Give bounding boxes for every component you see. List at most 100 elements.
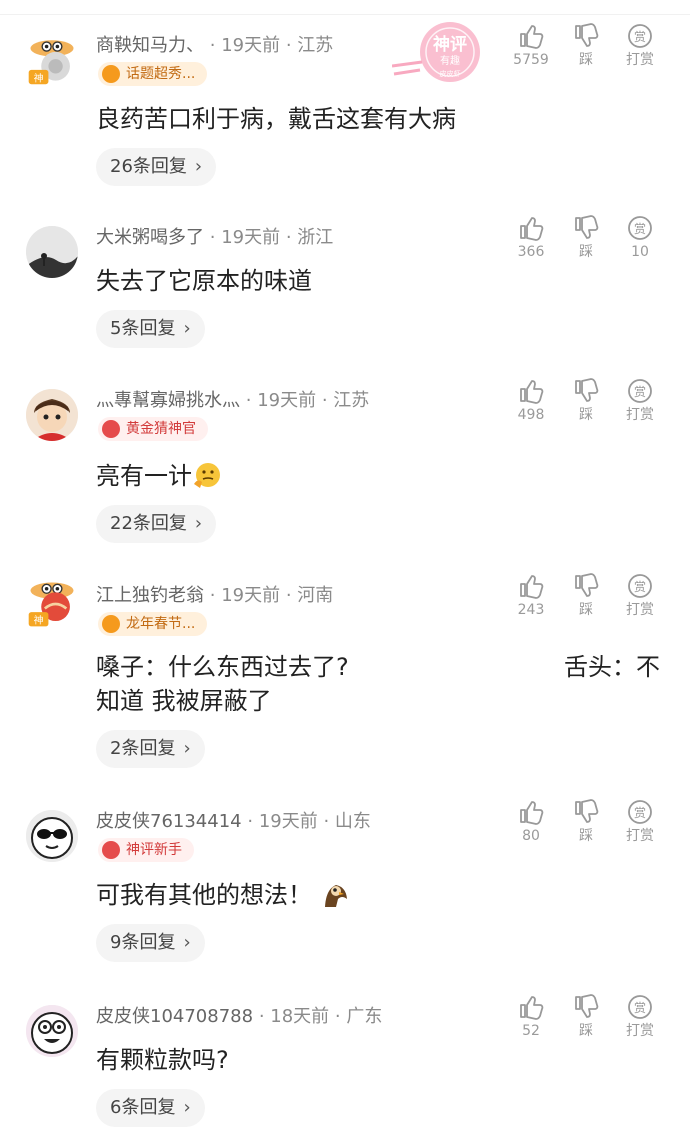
user-badge[interactable]: 话题超秀... bbox=[98, 62, 208, 86]
username[interactable]: 大米粥喝多了 bbox=[96, 227, 204, 248]
avatar[interactable]: 神 bbox=[26, 34, 82, 92]
location: 浙江 bbox=[297, 227, 334, 248]
username[interactable]: 皮皮侠76134414 bbox=[96, 811, 242, 832]
dislike-label: 踩 bbox=[579, 828, 593, 844]
comment-meta: 商鞅知马力、 · 19天前 · 江苏 bbox=[96, 34, 333, 58]
eagle-emoji-icon bbox=[324, 885, 347, 907]
tip-button[interactable]: 赏 打赏 bbox=[615, 798, 665, 846]
thumbs-down-icon bbox=[575, 215, 599, 239]
avatar[interactable] bbox=[26, 226, 78, 278]
svg-text:赏: 赏 bbox=[634, 580, 646, 594]
stamp-subtext: 有趣 bbox=[440, 54, 460, 67]
dislike-button[interactable]: 踩 bbox=[561, 214, 611, 262]
user-badge[interactable]: 神评新手 bbox=[98, 838, 194, 862]
username[interactable]: 皮皮侠104708788 bbox=[96, 1006, 253, 1027]
svg-text:赏: 赏 bbox=[634, 30, 646, 44]
top-divider bbox=[0, 14, 690, 15]
dislike-button[interactable]: 踩 bbox=[561, 22, 611, 70]
tip-button[interactable]: 赏 打赏 bbox=[615, 22, 665, 70]
separator-dot: · bbox=[209, 35, 222, 56]
badge-icon bbox=[102, 615, 120, 633]
user-badge[interactable]: 黄金猜神官 bbox=[98, 417, 208, 441]
reply-count: 5条回复 bbox=[110, 318, 176, 339]
thumbs-up-icon bbox=[520, 801, 544, 825]
chevron-right-icon: › bbox=[183, 1097, 191, 1118]
username[interactable]: 江上独钓老翁 bbox=[96, 585, 204, 606]
tip-coin-icon: 赏 bbox=[628, 379, 652, 403]
like-count: 366 bbox=[517, 244, 545, 260]
tip-button[interactable]: 赏 打赏 bbox=[615, 572, 665, 620]
comment-text-content: 可我有其他的想法！ bbox=[96, 881, 312, 909]
like-button[interactable]: 366 bbox=[506, 214, 556, 262]
badge-icon bbox=[102, 420, 120, 438]
badge-icon bbox=[102, 65, 120, 83]
avatar[interactable]: 神 bbox=[26, 578, 82, 636]
avatar[interactable] bbox=[26, 810, 78, 862]
post-time: 19天前 bbox=[257, 390, 317, 411]
tip-coin-icon: 赏 bbox=[628, 800, 652, 824]
view-replies-button[interactable]: 6条回复 › bbox=[96, 1089, 205, 1127]
dislike-label: 踩 bbox=[579, 52, 593, 68]
avatar-image bbox=[26, 389, 78, 441]
dislike-label: 踩 bbox=[579, 407, 593, 423]
separator-dot: · bbox=[285, 227, 298, 248]
tip-coin-icon: 赏 bbox=[628, 574, 652, 598]
tip-coin-icon: 赏 bbox=[628, 995, 652, 1019]
avatar-image bbox=[26, 1005, 78, 1057]
like-button[interactable]: 52 bbox=[506, 993, 556, 1041]
like-button[interactable]: 498 bbox=[506, 377, 556, 425]
post-time: 19天前 bbox=[221, 35, 281, 56]
thinking-emoji-icon bbox=[194, 463, 220, 488]
location: 广东 bbox=[346, 1006, 383, 1027]
like-button[interactable]: 5759 bbox=[506, 22, 556, 70]
avatar[interactable] bbox=[26, 1005, 78, 1057]
stamp-tiny-text: 皮皮虾 bbox=[440, 69, 461, 78]
badge-label: 龙年春节... bbox=[126, 616, 196, 632]
thumbs-down-icon bbox=[575, 994, 599, 1018]
view-replies-button[interactable]: 2条回复 › bbox=[96, 730, 205, 768]
avatar[interactable] bbox=[26, 389, 78, 441]
svg-text:赏: 赏 bbox=[634, 222, 646, 236]
post-time: 19天前 bbox=[258, 811, 318, 832]
avatar-image bbox=[26, 810, 78, 862]
tip-coin-icon: 赏 bbox=[628, 216, 652, 240]
svg-text:赏: 赏 bbox=[634, 385, 646, 399]
like-button[interactable]: 80 bbox=[506, 798, 556, 846]
dislike-button[interactable]: 踩 bbox=[561, 572, 611, 620]
tip-button[interactable]: 赏 打赏 bbox=[615, 993, 665, 1041]
chevron-right-icon: › bbox=[183, 932, 191, 953]
reply-count: 6条回复 bbox=[110, 1097, 176, 1118]
separator-dot: · bbox=[285, 585, 298, 606]
tip-label: 打赏 bbox=[626, 407, 654, 423]
user-badge[interactable]: 龙年春节... bbox=[98, 612, 208, 636]
thumbs-up-icon bbox=[520, 575, 544, 599]
badge-label: 黄金猜神官 bbox=[126, 421, 196, 437]
post-time: 19天前 bbox=[221, 227, 281, 248]
avatar-image: 神 bbox=[28, 40, 74, 85]
view-replies-button[interactable]: 5条回复 › bbox=[96, 310, 205, 348]
thumbs-down-icon bbox=[575, 378, 599, 402]
comment-text-line1: 嗓子：什么东西过去了? bbox=[96, 653, 349, 681]
like-button[interactable]: 243 bbox=[506, 572, 556, 620]
comment-meta: 大米粥喝多了 · 19天前 · 浙江 bbox=[96, 226, 333, 250]
reply-count: 22条回复 bbox=[110, 513, 187, 534]
view-replies-button[interactable]: 22条回复 › bbox=[96, 505, 217, 543]
tip-button[interactable]: 赏 10 bbox=[615, 214, 665, 262]
dislike-button[interactable]: 踩 bbox=[561, 993, 611, 1041]
svg-text:神: 神 bbox=[34, 614, 44, 627]
username[interactable]: 灬專幫寡婦挑水灬 bbox=[96, 390, 240, 411]
tip-button[interactable]: 赏 打赏 bbox=[615, 377, 665, 425]
dislike-button[interactable]: 踩 bbox=[561, 377, 611, 425]
dislike-label: 踩 bbox=[579, 1023, 593, 1039]
view-replies-button[interactable]: 26条回复 › bbox=[96, 148, 217, 186]
dislike-button[interactable]: 踩 bbox=[561, 798, 611, 846]
view-replies-button[interactable]: 9条回复 › bbox=[96, 924, 205, 962]
separator-dot: · bbox=[323, 811, 335, 832]
chevron-right-icon: › bbox=[194, 513, 203, 534]
username[interactable]: 商鞅知马力、 bbox=[96, 35, 204, 56]
dislike-label: 踩 bbox=[579, 602, 593, 618]
dislike-label: 踩 bbox=[579, 244, 593, 260]
tip-label: 打赏 bbox=[626, 828, 654, 844]
badge-label: 神评新手 bbox=[126, 842, 182, 858]
comment-text: 嗓子：什么东西过去了? 舌头：不 bbox=[96, 650, 676, 684]
